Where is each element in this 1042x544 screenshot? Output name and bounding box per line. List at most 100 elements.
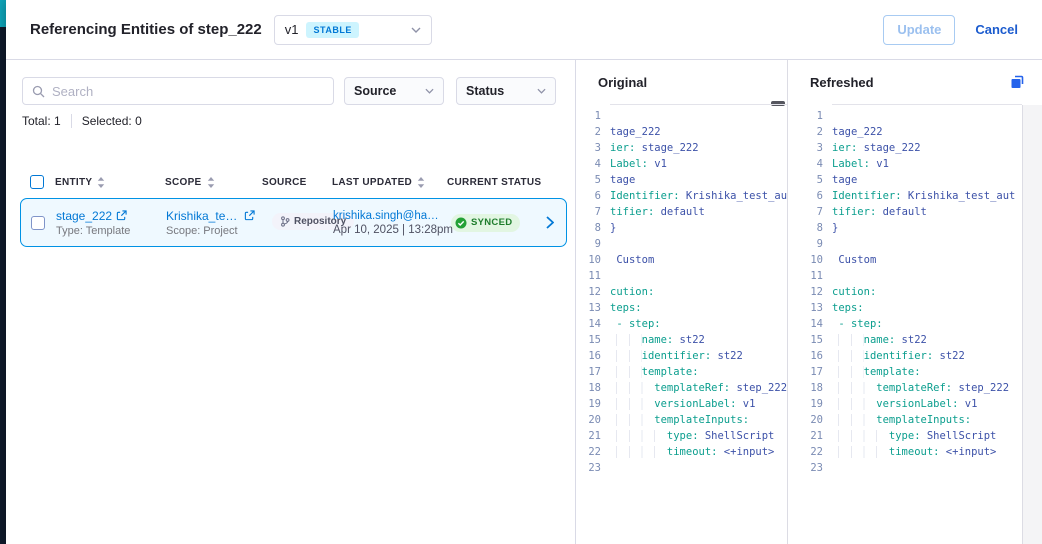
- original-panel-header: Original: [576, 60, 787, 105]
- line-number: 8: [576, 220, 610, 236]
- line-number: 1: [576, 108, 610, 124]
- line-number: 12: [788, 284, 832, 300]
- code-line: 3 identifier: stage_222: [576, 140, 787, 156]
- chevron-down-icon: [537, 88, 546, 94]
- code-line: 18 templateRef: step_222: [788, 380, 1042, 396]
- line-number: 7: [576, 204, 610, 220]
- search-icon: [32, 85, 45, 98]
- code-line: 5 type: Stage: [788, 172, 1042, 188]
- line-number: 19: [788, 396, 832, 412]
- code-line: 8 tags: {}: [788, 220, 1042, 236]
- code-line: 20 templateInputs:: [788, 412, 1042, 428]
- status-badge: SYNCED: [451, 214, 520, 232]
- code-line: 19 versionLabel: v1: [576, 396, 787, 412]
- code-line: 4 versionLabel: v1: [576, 156, 787, 172]
- version-select[interactable]: v1 STABLE: [274, 15, 432, 45]
- code-line: 17 template:: [788, 364, 1042, 380]
- code-line: 22 timeout: <+input>: [788, 444, 1042, 460]
- code-line: 13 steps:: [788, 300, 1042, 316]
- source-filter-select[interactable]: Source: [344, 77, 444, 105]
- code-line: 20 templateInputs:: [576, 412, 787, 428]
- select-all-checkbox[interactable]: [30, 175, 44, 189]
- line-number: 10: [788, 252, 832, 268]
- column-label: SCOPE: [165, 177, 202, 188]
- line-number: 13: [576, 300, 610, 316]
- code-line: 2 name: stage_222: [576, 124, 787, 140]
- updated-by-link[interactable]: krishika.singh@harnes...: [333, 210, 440, 222]
- line-number: 9: [788, 236, 832, 252]
- expand-row-chevron[interactable]: [546, 216, 554, 229]
- code-line: 11 spec:: [576, 268, 787, 284]
- column-header-scope[interactable]: SCOPE: [165, 177, 262, 188]
- line-number: 17: [788, 364, 832, 380]
- code-line: 12 execution:: [576, 284, 787, 300]
- line-number: 16: [576, 348, 610, 364]
- total-count: Total: 1: [22, 114, 61, 128]
- search-input[interactable]: [52, 84, 324, 99]
- refreshed-code-editor[interactable]: 1template:2 name: stage_2223 identifier:…: [788, 105, 1042, 544]
- sort-icon: [97, 177, 105, 188]
- line-number: 14: [576, 316, 610, 332]
- code-line: 9 spec:: [576, 236, 787, 252]
- refreshed-panel: Refreshed 1template:2 name: stage_2223 i…: [788, 60, 1042, 544]
- vertical-scrollbar-rail[interactable]: [1022, 105, 1042, 544]
- line-number: 17: [576, 364, 610, 380]
- cancel-button[interactable]: Cancel: [975, 22, 1018, 37]
- code-line: 9 spec:: [788, 236, 1042, 252]
- chevron-right-icon: [546, 216, 554, 229]
- line-number: 15: [788, 332, 832, 348]
- line-number: 14: [788, 316, 832, 332]
- column-label: SOURCE: [262, 177, 307, 188]
- table-row[interactable]: stage_222 Type: Template Krishika_test_a…: [20, 198, 567, 247]
- search-box[interactable]: [22, 77, 334, 105]
- line-number: 22: [788, 444, 832, 460]
- code-line: 18 templateRef: step_222: [576, 380, 787, 396]
- line-number: 20: [576, 412, 610, 428]
- code-line: 5 type: Stage: [576, 172, 787, 188]
- horizontal-scrollbar-thumb[interactable]: [771, 101, 785, 106]
- git-repository-icon: [280, 216, 290, 227]
- copy-button[interactable]: [1007, 71, 1028, 92]
- line-number: 4: [576, 156, 610, 172]
- line-number: 11: [788, 268, 832, 284]
- code-line: 16 identifier: st22: [576, 348, 787, 364]
- code-line: 2 name: stage_222: [788, 124, 1042, 140]
- code-line: 10 type: Custom: [576, 252, 787, 268]
- code-line: 23: [788, 460, 1042, 476]
- row-checkbox[interactable]: [31, 216, 45, 230]
- line-number: 16: [788, 348, 832, 364]
- code-line: 3 identifier: stage_222: [788, 140, 1042, 156]
- line-number: 22: [576, 444, 610, 460]
- code-line: 7 orgIdentifier: default: [788, 204, 1042, 220]
- line-number: 3: [788, 140, 832, 156]
- sort-icon: [207, 177, 215, 188]
- external-link-icon: [244, 210, 255, 221]
- code-line: 19 versionLabel: v1: [788, 396, 1042, 412]
- original-code-editor[interactable]: 1template:2 name: stage_2223 identifier:…: [576, 105, 787, 544]
- filter-bar: Source Status: [6, 60, 575, 105]
- line-number: 20: [788, 412, 832, 428]
- line-number: 18: [788, 380, 832, 396]
- update-button[interactable]: Update: [883, 15, 955, 45]
- entities-table-section: Source Status Total: 1 Selected: 0: [6, 60, 576, 544]
- line-number: 8: [788, 220, 832, 236]
- last-updated-cell: krishika.singh@harnes... Apr 10, 2025 | …: [333, 210, 448, 236]
- line-number: 13: [788, 300, 832, 316]
- code-line: 6 projectIdentifier: Krishika_test_aut: [788, 188, 1042, 204]
- code-line: 1template:: [788, 108, 1042, 124]
- stable-badge: STABLE: [306, 22, 358, 38]
- chevron-down-icon: [425, 88, 434, 94]
- modal-header: Referencing Entities of step_222 v1 STAB…: [6, 0, 1042, 60]
- scope-link[interactable]: Krishika_test_au...: [166, 209, 240, 223]
- line-number: 12: [576, 284, 610, 300]
- column-header-last-updated[interactable]: LAST UPDATED: [332, 177, 447, 188]
- column-header-current-status: CURRENT STATUS: [447, 177, 575, 188]
- code-line: 13 steps:: [576, 300, 787, 316]
- status-filter-select[interactable]: Status: [456, 77, 556, 105]
- entity-link[interactable]: stage_222: [56, 209, 112, 223]
- line-number: 19: [576, 396, 610, 412]
- code-line: 17 template:: [576, 364, 787, 380]
- column-header-entity[interactable]: ENTITY: [55, 177, 165, 188]
- table-header-row: ENTITY SCOPE SOURCE LAST UPDATED CURRENT…: [6, 175, 575, 189]
- code-line: 23: [576, 460, 787, 476]
